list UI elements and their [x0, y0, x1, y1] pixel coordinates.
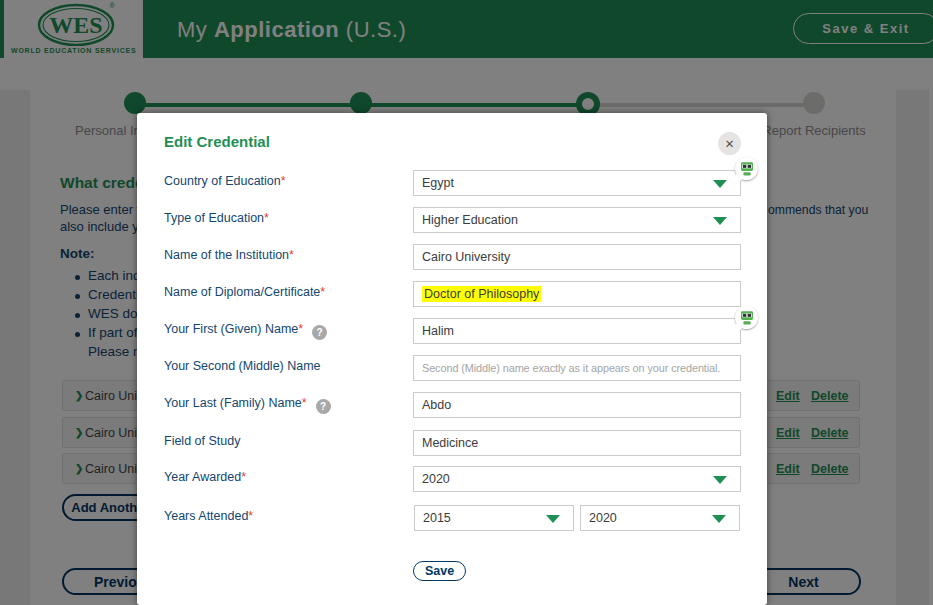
field-value: Abdo — [422, 398, 451, 412]
field-label: Your First (Given) Name*? — [164, 322, 327, 340]
field-select[interactable]: Egypt — [413, 170, 741, 196]
field-label: Year Awarded* — [164, 470, 246, 484]
field-select[interactable]: Higher Education — [413, 207, 741, 233]
edit-credential-modal: Edit Credential ✕ Country of Education* E… — [137, 113, 767, 605]
field-select[interactable]: 2020 — [413, 466, 741, 492]
field-label: Name of Diploma/Certificate* — [164, 285, 325, 299]
field-label: Your Second (Middle) Name — [164, 359, 321, 373]
roboform-icon[interactable] — [735, 306, 758, 329]
field-input[interactable]: Abdo — [413, 392, 741, 418]
chevron-down-icon — [713, 476, 727, 484]
field-value: Egypt — [422, 176, 454, 190]
field-value: 2020 — [422, 472, 450, 486]
field-input[interactable]: Second (Middle) name exactly as it appea… — [413, 355, 741, 381]
field-label: Type of Education* — [164, 211, 269, 225]
chevron-down-icon — [712, 515, 726, 523]
chevron-down-icon — [546, 515, 560, 523]
field-select[interactable]: 2015 — [414, 505, 574, 531]
field-input[interactable]: Medicince — [413, 430, 741, 456]
field-value: Halim — [422, 324, 454, 338]
chevron-down-icon — [713, 217, 727, 225]
roboform-icon[interactable] — [735, 157, 758, 180]
field-value: 2015 — [423, 511, 451, 525]
field-placeholder: Second (Middle) name exactly as it appea… — [422, 362, 720, 374]
field-label: Years Attended* — [164, 509, 253, 523]
help-icon[interactable]: ? — [312, 325, 327, 340]
field-label: Name of the Institution* — [164, 248, 294, 262]
field-value: Medicince — [422, 436, 478, 450]
field-select[interactable]: 2020 — [580, 505, 740, 531]
modal-title: Edit Credential — [164, 133, 270, 150]
save-button[interactable]: Save — [413, 561, 466, 581]
field-value: Doctor of Philosophy — [422, 286, 541, 302]
field-value: 2020 — [589, 511, 617, 525]
field-label: Country of Education* — [164, 174, 286, 188]
field-input[interactable]: Cairo University — [413, 244, 741, 270]
field-value: Higher Education — [422, 213, 518, 227]
field-label: Field of Study — [164, 434, 240, 448]
chevron-down-icon — [713, 180, 727, 188]
help-icon[interactable]: ? — [316, 399, 331, 414]
field-label: Your Last (Family) Name*? — [164, 396, 331, 414]
field-value: Cairo University — [422, 250, 510, 264]
field-input[interactable]: Halim — [413, 318, 741, 344]
close-icon[interactable]: ✕ — [718, 132, 741, 155]
field-input[interactable]: Doctor of Philosophy — [413, 281, 741, 307]
